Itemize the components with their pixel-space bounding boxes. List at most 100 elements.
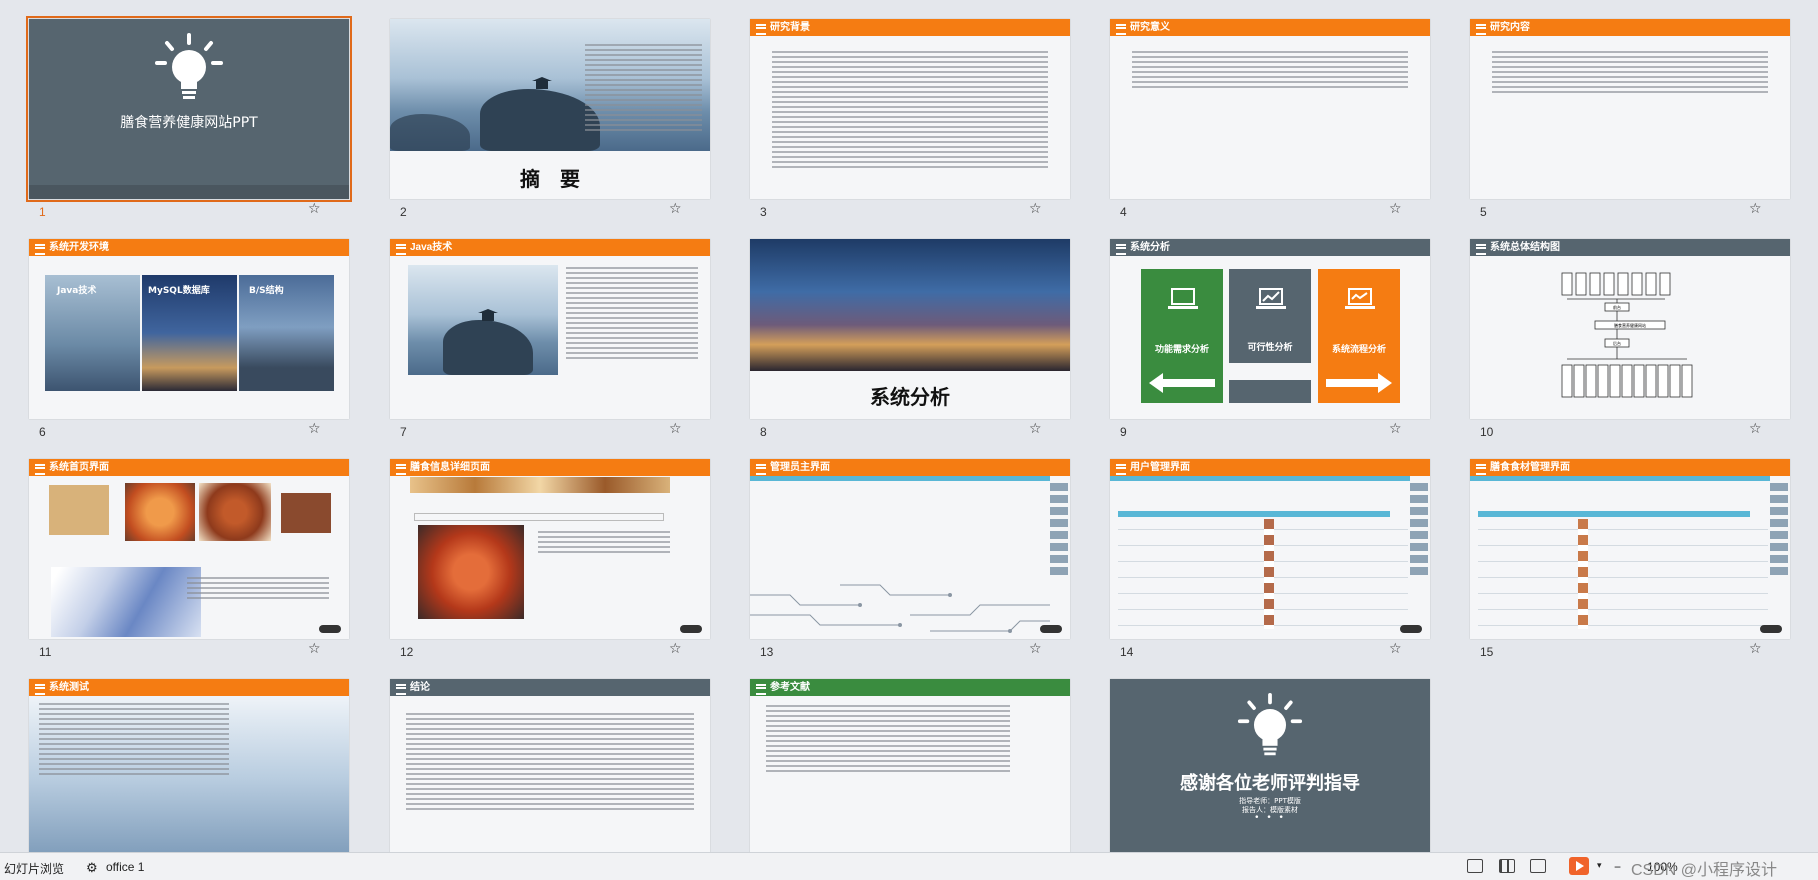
star-icon[interactable]: ☆ [308, 421, 321, 437]
pavilion-image [408, 265, 558, 375]
slide-cell-3[interactable]: 研究背景 3 ☆ [750, 19, 1070, 221]
arrow-left-icon [1149, 373, 1215, 393]
slide-title: 研究背景 [750, 19, 1070, 36]
slide-thumbnail[interactable]: 膳食食材管理界面 [1470, 459, 1790, 639]
slide-thumbnail[interactable]: 研究意义 [1110, 19, 1430, 199]
slide-thumbnail[interactable]: 摘 要 [390, 19, 710, 199]
banner-image [51, 567, 201, 637]
slide-cell-1[interactable]: 膳食营养健康网站PPT 1 ☆ [26, 16, 352, 221]
arrow-right-icon [1326, 373, 1392, 393]
slide-thumbnail[interactable]: 系统总体结构图 前台 膳食营养健康网站 后台 [1470, 239, 1790, 419]
normal-view-icon[interactable] [1467, 859, 1483, 873]
star-icon[interactable]: ☆ [1749, 201, 1762, 217]
slide-thumbnail[interactable]: 膳食信息详细页面 [390, 459, 710, 639]
slide-cell-19[interactable]: 感谢各位老师评判指导 指导老师：PPT模版 报告人：模版素材 • • • [1110, 679, 1430, 859]
star-icon[interactable]: ☆ [1389, 201, 1402, 217]
slide-cell-11[interactable]: 系统首页界面 11 ☆ [29, 459, 349, 661]
slide-title: 参考文献 [750, 679, 1070, 696]
slide-title: 膳食食材管理界面 [1470, 459, 1790, 476]
star-icon[interactable]: ☆ [308, 641, 321, 657]
slide-cell-8[interactable]: 系统分析 8 ☆ [750, 239, 1070, 441]
zoom-out-icon[interactable]: − [1614, 860, 1621, 874]
bs-image: B/S结构 [239, 275, 334, 391]
circuit-pattern [750, 584, 1050, 633]
toggle[interactable] [680, 625, 702, 633]
slide-cell-2[interactable]: 摘 要 2 ☆ [390, 19, 710, 221]
slide-title: 膳食营养健康网站PPT [120, 115, 258, 131]
food-photo [281, 493, 331, 533]
star-icon[interactable]: ☆ [669, 201, 682, 217]
food-column [1578, 519, 1588, 629]
slide-cell-5[interactable]: 研究内容 5 ☆ [1470, 19, 1790, 221]
slide-cell-10[interactable]: 系统总体结构图 前台 膳食营养健康网站 后台 10 ☆ [1470, 239, 1790, 441]
slide-thumbnail[interactable]: 系统分析 功能需求分析 可行性分析 系统流程分析 [1110, 239, 1430, 419]
slide-thumbnail[interactable]: 研究内容 [1470, 19, 1790, 199]
star-icon[interactable]: ☆ [308, 201, 321, 217]
slide-cell-17[interactable]: 结论 [390, 679, 710, 859]
slide-title: 系统开发环境 [29, 239, 349, 256]
laptop-icon [1168, 288, 1198, 309]
star-icon[interactable]: ☆ [1389, 641, 1402, 657]
toggle[interactable] [1040, 625, 1062, 633]
slideshow-play-button[interactable] [1569, 857, 1589, 875]
lightbulb-icon [155, 33, 223, 99]
slide-title: 摘 要 [520, 169, 580, 191]
toggle[interactable] [1760, 625, 1782, 633]
view-mode-label[interactable]: 幻灯片浏览 [4, 860, 64, 877]
star-icon[interactable]: ☆ [1029, 201, 1042, 217]
slide-cell-13[interactable]: 管理员主界面 13 ☆ [750, 459, 1070, 661]
theme-label[interactable]: office 1 [106, 860, 144, 874]
star-icon[interactable]: ☆ [1029, 641, 1042, 657]
star-icon[interactable]: ☆ [1749, 421, 1762, 437]
star-icon[interactable]: ☆ [669, 421, 682, 437]
slide-number: 2 [400, 205, 407, 219]
slide-thumbnail[interactable]: 参考文献 [750, 679, 1070, 859]
slide-title: 系统分析 [1110, 239, 1430, 256]
star-icon[interactable]: ☆ [1029, 421, 1042, 437]
night-city-image [750, 239, 1070, 371]
slide-thumbnail[interactable]: 膳食营养健康网站PPT [26, 16, 352, 202]
slide-thumbnail[interactable]: 感谢各位老师评判指导 指导老师：PPT模版 报告人：模版素材 • • • [1110, 679, 1430, 859]
slide-thumbnail[interactable]: 系统测试 [29, 679, 349, 859]
slide-thumbnail[interactable]: 用户管理界面 [1110, 459, 1430, 639]
slide-thumbnail[interactable]: 系统开发环境 Java技术 MySQL数据库 B/S结构 [29, 239, 349, 419]
slide-thumbnail[interactable]: 研究背景 [750, 19, 1070, 199]
slide-cell-14[interactable]: 用户管理界面 14 ☆ [1110, 459, 1430, 661]
toggle[interactable] [319, 625, 341, 633]
slide-thumbnail[interactable]: Java技术 [390, 239, 710, 419]
slide-cell-4[interactable]: 研究意义 4 ☆ [1110, 19, 1430, 221]
avatar-column [1264, 519, 1274, 629]
slide-cell-12[interactable]: 膳食信息详细页面 12 ☆ [390, 459, 710, 661]
reading-view-icon[interactable] [1530, 859, 1546, 873]
slide-thumbnail[interactable]: 结论 [390, 679, 710, 859]
slide-sorter-icon[interactable] [1499, 859, 1515, 873]
slide-number: 15 [1480, 645, 1494, 659]
slide-cell-18[interactable]: 参考文献 [750, 679, 1070, 859]
food-photo [199, 483, 271, 541]
slide-title: 结论 [390, 679, 710, 696]
star-icon[interactable]: ☆ [1389, 421, 1402, 437]
slide-thumbnail[interactable]: 系统首页界面 [29, 459, 349, 639]
food-photo [49, 485, 109, 535]
slide-number: 6 [39, 425, 46, 439]
slide-cell-6[interactable]: 系统开发环境 Java技术 MySQL数据库 B/S结构 6 ☆ [29, 239, 349, 441]
slide-title: 管理员主界面 [750, 459, 1070, 476]
star-icon[interactable]: ☆ [1749, 641, 1762, 657]
java-image: Java技术 [45, 275, 140, 391]
star-icon[interactable]: ☆ [669, 641, 682, 657]
status-bar: 幻灯片浏览 ⚙ office 1 ▾ − 100% CSDN @小程序设计 [0, 852, 1818, 880]
slide-cell-7[interactable]: Java技术 7 ☆ [390, 239, 710, 441]
toggle[interactable] [1400, 625, 1422, 633]
slide-cell-15[interactable]: 膳食食材管理界面 15 ☆ [1470, 459, 1790, 661]
slide-thumbnail[interactable]: 系统分析 [750, 239, 1070, 419]
dots: • • • [1254, 813, 1286, 823]
theme-icon: ⚙ [86, 860, 98, 875]
slide-title: 用户管理界面 [1110, 459, 1430, 476]
food-photo [125, 483, 195, 541]
chevron-down-icon[interactable]: ▾ [1597, 860, 1602, 871]
slide-number: 12 [400, 645, 414, 659]
slide-cell-9[interactable]: 系统分析 功能需求分析 可行性分析 系统流程分析 9 ☆ [1110, 239, 1430, 441]
svg-text:膳食营养健康网站: 膳食营养健康网站 [1614, 322, 1646, 328]
slide-cell-16[interactable]: 系统测试 [29, 679, 349, 859]
slide-thumbnail[interactable]: 管理员主界面 [750, 459, 1070, 639]
